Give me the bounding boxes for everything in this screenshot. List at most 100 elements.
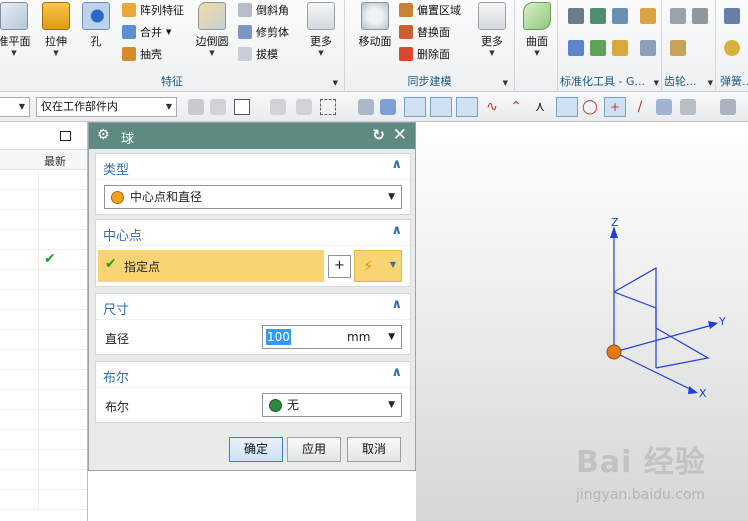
table-row[interactable]: ✔	[0, 250, 87, 270]
table-row[interactable]	[0, 170, 87, 190]
feature-more-button[interactable]: 更多 ▼	[304, 2, 338, 57]
snap-curve-icon[interactable]: ∿	[484, 99, 500, 115]
apply-button[interactable]: 应用	[287, 437, 341, 462]
point-dialog-button[interactable]: +	[328, 255, 351, 278]
view-tool-icon[interactable]	[680, 99, 696, 115]
tool-icon[interactable]	[590, 40, 606, 56]
select-tool-icon[interactable]	[210, 99, 226, 115]
snap-intersect-icon[interactable]: ⋏	[532, 99, 548, 115]
boolean-select[interactable]: 无 ▼	[262, 393, 402, 417]
group-menu-icon[interactable]: ▼	[654, 79, 659, 87]
view-tool-icon[interactable]	[358, 99, 374, 115]
table-row[interactable]	[0, 410, 87, 430]
replace-face-button[interactable]: 替换面	[399, 24, 450, 40]
spring-tool-icon[interactable]	[724, 8, 740, 24]
tool-icon[interactable]	[568, 40, 584, 56]
gear-icon[interactable]: ⚙	[97, 127, 110, 143]
offset-region-button[interactable]: 偏置区域	[399, 2, 461, 18]
table-row[interactable]	[0, 350, 87, 370]
maximize-icon[interactable]	[60, 131, 71, 141]
group-menu-icon[interactable]: ▼	[503, 79, 508, 87]
view-tool-icon[interactable]	[720, 99, 736, 115]
type-section-header[interactable]: 类型 ∧	[96, 154, 410, 180]
sync-more-button[interactable]: 更多 ▼	[475, 2, 509, 57]
gear-tool-icon[interactable]	[670, 8, 686, 24]
reset-icon[interactable]: ↻	[372, 126, 385, 144]
draft-button[interactable]: 拔模	[238, 46, 278, 62]
close-icon[interactable]: ✕	[393, 125, 407, 145]
table-row[interactable]	[0, 290, 87, 310]
navigator-column-header[interactable]: 最新	[0, 150, 87, 170]
table-row[interactable]	[0, 190, 87, 210]
extrude-button[interactable]: 拉伸 ▼	[38, 2, 74, 57]
dialog-titlebar[interactable]: ⚙ 球 ↻ ✕	[89, 123, 415, 149]
tool-icon[interactable]	[640, 8, 656, 24]
edge-blend-button[interactable]: 边倒圆 ▼	[192, 2, 232, 57]
tool-icon[interactable]	[590, 8, 606, 24]
box-select-icon[interactable]	[320, 99, 336, 115]
delete-face-icon	[399, 47, 413, 61]
group-menu-icon[interactable]: ▼	[333, 79, 338, 87]
datum-plane-button[interactable]: 准平面 ▼	[0, 2, 34, 57]
collapse-icon[interactable]: ∧	[391, 297, 402, 312]
cancel-button[interactable]: 取消	[347, 437, 401, 462]
select-tool-icon[interactable]	[188, 99, 204, 115]
table-row[interactable]	[0, 390, 87, 410]
delete-face-button[interactable]: 删除面	[399, 46, 450, 62]
snap-on-curve-icon[interactable]: /	[632, 99, 648, 115]
snap-point-icon[interactable]	[234, 99, 250, 115]
table-row[interactable]	[0, 450, 87, 470]
view-tool-icon[interactable]	[656, 99, 672, 115]
table-row[interactable]	[0, 490, 87, 510]
gear-tool-icon[interactable]	[670, 40, 686, 56]
diameter-field[interactable]: 100 mm ▼	[262, 325, 402, 349]
gear-tool-icon[interactable]	[692, 8, 708, 24]
table-row[interactable]	[0, 310, 87, 330]
move-face-button[interactable]: 移动面	[355, 2, 395, 49]
trim-body-button[interactable]: 修剪体	[238, 24, 289, 40]
snap-existing-point-icon[interactable]: +	[604, 97, 626, 117]
view-tool-icon[interactable]	[380, 99, 396, 115]
chevron-down-icon: ▼	[388, 192, 395, 202]
filter-select[interactable]: ▼	[0, 97, 30, 117]
table-row[interactable]	[0, 230, 87, 250]
select-tool-icon[interactable]	[270, 99, 286, 115]
table-row[interactable]	[0, 430, 87, 450]
table-row[interactable]	[0, 270, 87, 290]
pattern-feature-button[interactable]: 阵列特征	[122, 2, 184, 18]
collapse-icon[interactable]: ∧	[391, 223, 402, 238]
table-row[interactable]	[0, 330, 87, 350]
snap-line-icon[interactable]	[456, 97, 478, 117]
zx-plane-indicator	[613, 291, 657, 368]
collapse-icon[interactable]: ∧	[391, 157, 402, 172]
hole-button[interactable]: 孔	[80, 2, 112, 49]
dimension-section-header[interactable]: 尺寸 ∧	[96, 294, 410, 320]
select-tool-icon[interactable]	[296, 99, 312, 115]
snap-midpoint-icon[interactable]	[430, 97, 452, 117]
snap-quadrant-icon[interactable]: ◯	[582, 99, 598, 115]
chamfer-button[interactable]: 倒斜角	[238, 2, 289, 18]
collapse-icon[interactable]: ∧	[391, 365, 402, 380]
table-row[interactable]	[0, 370, 87, 390]
type-select[interactable]: 中心点和直径 ▼	[104, 185, 402, 209]
surface-button[interactable]: 曲面 ▼	[519, 2, 555, 57]
table-row[interactable]	[0, 470, 87, 490]
snap-control-icon[interactable]: ⌃	[508, 99, 524, 115]
table-row[interactable]	[0, 210, 87, 230]
tool-icon[interactable]	[612, 8, 628, 24]
tool-icon[interactable]	[612, 40, 628, 56]
shell-button[interactable]: 抽壳	[122, 46, 162, 62]
boolean-section-header[interactable]: 布尔 ∧	[96, 362, 410, 388]
snap-endpoint-icon[interactable]	[404, 97, 426, 117]
tool-icon[interactable]	[568, 8, 584, 24]
group-menu-icon[interactable]: ▼	[708, 79, 713, 87]
tool-icon[interactable]	[640, 40, 656, 56]
center-point-section-header[interactable]: 中心点 ∧	[96, 220, 410, 246]
spring-tool-icon[interactable]	[724, 40, 740, 56]
ok-button[interactable]: 确定	[229, 437, 283, 462]
unite-button[interactable]: 合并 ▼	[122, 24, 171, 40]
inferred-point-dropdown[interactable]: ⚡ ▼	[354, 250, 402, 282]
scope-select[interactable]: 仅在工作部件内 ▼	[36, 97, 177, 117]
snap-center-icon[interactable]	[556, 97, 578, 117]
specify-point-row[interactable]: ✔ 指定点	[98, 250, 324, 282]
